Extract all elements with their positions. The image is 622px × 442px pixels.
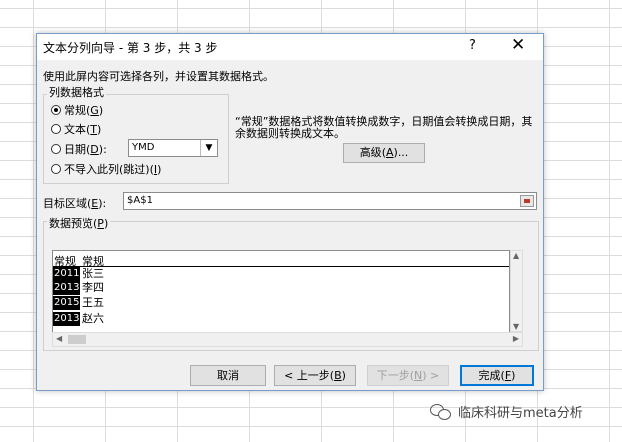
date-format-value: YMD bbox=[132, 142, 155, 153]
radio-date-label: 日期(D): bbox=[64, 143, 107, 156]
radio-date-indicator[interactable] bbox=[51, 144, 61, 154]
title-bar[interactable]: 文本分列向导 - 第 3 步，共 3 步 ? ✕ bbox=[37, 34, 543, 60]
next-button[interactable]: 下一步(N) > bbox=[367, 365, 449, 386]
preview-cell-name: 王五 bbox=[82, 296, 104, 309]
destination-label: 目标区域(E): bbox=[43, 197, 107, 210]
help-icon[interactable]: ? bbox=[469, 38, 476, 53]
preview-cell-name: 赵六 bbox=[82, 312, 104, 325]
dialog-title: 文本分列向导 - 第 3 步，共 3 步 bbox=[43, 41, 218, 55]
preview-row: 2013 赵六 bbox=[53, 312, 509, 326]
wechat-icon bbox=[430, 403, 452, 421]
radio-text[interactable]: 文本(T) bbox=[51, 121, 101, 137]
watermark: 临床科研与meta分析 bbox=[430, 402, 583, 421]
radio-text-indicator[interactable] bbox=[51, 124, 61, 134]
radio-skip-indicator[interactable] bbox=[51, 164, 61, 174]
watermark-text: 临床科研与meta分析 bbox=[458, 406, 583, 421]
scroll-left-icon[interactable]: ◀ bbox=[56, 334, 62, 343]
data-preview-title: 数据预览(P) bbox=[47, 215, 111, 231]
advanced-button[interactable]: 高级(A)... bbox=[343, 143, 425, 163]
scroll-down-icon[interactable]: ▼ bbox=[513, 322, 519, 331]
close-icon[interactable]: ✕ bbox=[511, 36, 525, 54]
radio-general[interactable]: 常规(G) bbox=[51, 102, 103, 118]
format-description: “常规”数据格式将数值转换成数字，日期值会转换成日期，其余数据则转换成文本。 bbox=[235, 115, 533, 140]
date-format-select[interactable]: YMD ▼ bbox=[128, 139, 218, 157]
preview-cell-name: 张三 bbox=[82, 267, 104, 280]
radio-general-label: 常规(G) bbox=[64, 104, 104, 117]
preview-row: 2013 李四 bbox=[53, 281, 509, 295]
preview-cell-name: 李四 bbox=[82, 281, 104, 294]
preview-row: 2011 张三 bbox=[53, 267, 509, 281]
collapse-dialog-icon[interactable] bbox=[520, 195, 534, 207]
back-button[interactable]: < 上一步(B) bbox=[274, 365, 356, 386]
preview-cell-year: 2015 bbox=[53, 296, 80, 310]
preview-cell-year: 2013 bbox=[53, 281, 80, 295]
preview-row: 2015 王五 bbox=[53, 296, 509, 310]
text-to-columns-dialog: 文本分列向导 - 第 3 步，共 3 步 ? ✕ 使用此屏内容可选择各列，并设置… bbox=[36, 33, 544, 391]
preview-cell-year: 2013 bbox=[53, 312, 80, 326]
preview-header-row: 常规 常规 bbox=[53, 252, 509, 268]
instruction-text: 使用此屏内容可选择各列，并设置其数据格式。 bbox=[43, 70, 274, 83]
column-format-title: 列数据格式 bbox=[47, 84, 106, 100]
radio-date[interactable]: 日期(D): bbox=[51, 141, 107, 157]
radio-skip-label: 不导入此列(跳过)(I) bbox=[64, 163, 162, 176]
cancel-button[interactable]: 取消 bbox=[190, 365, 266, 386]
radio-skip[interactable]: 不导入此列(跳过)(I) bbox=[51, 161, 161, 177]
finish-button[interactable]: 完成(F) bbox=[460, 365, 534, 386]
radio-text-label: 文本(T) bbox=[64, 123, 102, 136]
destination-value: $A$1 bbox=[127, 195, 153, 206]
radio-general-indicator[interactable] bbox=[51, 105, 61, 115]
scroll-up-icon[interactable]: ▲ bbox=[513, 251, 519, 260]
preview-cell-year: 2011 bbox=[53, 267, 80, 281]
preview-vertical-scrollbar[interactable]: ▲ ▼ bbox=[510, 250, 523, 332]
destination-input[interactable]: $A$1 bbox=[123, 192, 537, 210]
chevron-down-icon[interactable]: ▼ bbox=[200, 140, 217, 156]
scroll-thumb[interactable] bbox=[68, 335, 86, 344]
preview-horizontal-scrollbar[interactable]: ◀ ▶ bbox=[52, 332, 523, 347]
scroll-right-icon[interactable]: ▶ bbox=[513, 334, 519, 343]
